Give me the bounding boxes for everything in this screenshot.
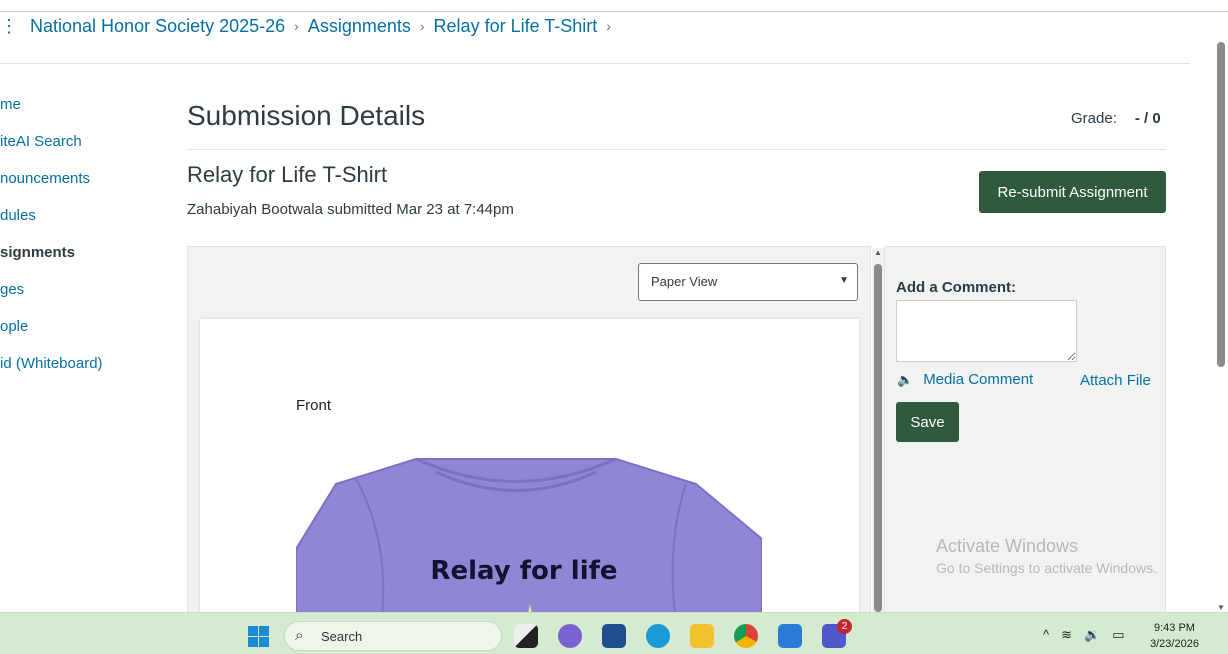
activate-windows-watermark: Activate Windows Go to Settings to activ… bbox=[936, 536, 1157, 576]
speaker-icon: 🔈 bbox=[897, 372, 914, 387]
breadcrumb-assignment[interactable]: Relay for Life T-Shirt bbox=[434, 16, 598, 37]
photos-icon[interactable] bbox=[778, 624, 802, 648]
save-button[interactable]: Save bbox=[896, 402, 959, 442]
date: 3/23/2026 bbox=[1150, 638, 1199, 650]
chevron-right-icon: › bbox=[419, 18, 425, 34]
volume-icon[interactable]: 🔉 bbox=[1084, 627, 1100, 643]
breadcrumb-course[interactable]: National Honor Society 2025-26 bbox=[30, 16, 285, 37]
time: 9:43 PM bbox=[1153, 622, 1195, 634]
chevron-right-icon: › bbox=[294, 18, 299, 34]
edge-icon[interactable] bbox=[646, 624, 670, 648]
grade-label: Grade: bbox=[1071, 110, 1117, 127]
grade-value: - / 0 bbox=[1134, 110, 1161, 127]
nav-item-search[interactable]: iteAI Search bbox=[0, 133, 103, 170]
scroll-up-icon[interactable]: ▲ bbox=[874, 248, 882, 257]
comment-input[interactable] bbox=[896, 300, 1077, 362]
clock[interactable]: 9:43 PM 3/23/2026 bbox=[1150, 620, 1199, 652]
submission-viewer: Paper View ▼ Front Relay for life bbox=[187, 246, 871, 624]
nav-item-announcements[interactable]: nouncements bbox=[0, 170, 103, 207]
add-comment-label: Add a Comment: bbox=[896, 279, 1016, 296]
submission-info: Zahabiyah Bootwala submitted Mar 23 at 7… bbox=[187, 201, 514, 218]
front-label: Front bbox=[296, 397, 332, 414]
chevron-right-icon: › bbox=[606, 18, 611, 34]
media-comment-label: Media Comment bbox=[923, 371, 1034, 388]
scroll-down-icon[interactable]: ▼ bbox=[1217, 603, 1225, 612]
task-view-icon[interactable] bbox=[514, 624, 538, 648]
windows-start-icon[interactable] bbox=[248, 626, 269, 647]
search-icon: ⌕ bbox=[295, 627, 304, 644]
window-top-border bbox=[0, 11, 1228, 12]
nav-item-modules[interactable]: dules bbox=[0, 207, 103, 244]
zoom-app-icon[interactable] bbox=[558, 624, 582, 648]
search-placeholder: Search bbox=[321, 629, 363, 644]
page-scrollbar[interactable]: ▼ bbox=[1215, 40, 1228, 612]
course-nav: me iteAI Search nouncements dules signme… bbox=[0, 96, 103, 392]
nav-item-home[interactable]: me bbox=[0, 96, 103, 133]
system-tray: ^ ≋ 🔉 ▭ bbox=[1043, 627, 1125, 643]
chrome-icon[interactable] bbox=[734, 624, 758, 648]
attach-file-link[interactable]: Attach File bbox=[1080, 372, 1151, 389]
chevron-up-icon[interactable]: ^ bbox=[1043, 627, 1049, 643]
chevron-down-icon: ▼ bbox=[839, 275, 849, 286]
wifi-icon[interactable]: ≋ bbox=[1061, 627, 1072, 643]
scrollbar-thumb[interactable] bbox=[874, 264, 882, 612]
scrollbar-thumb[interactable] bbox=[1217, 42, 1225, 367]
tshirt-image: Relay for life bbox=[296, 457, 762, 624]
teams-notification-badge: 2 bbox=[837, 619, 852, 634]
view-mode-value: Paper View bbox=[651, 274, 718, 289]
divider bbox=[187, 149, 1166, 150]
file-explorer-icon[interactable] bbox=[690, 624, 714, 648]
media-comment-link[interactable]: 🔈 Media Comment bbox=[897, 371, 1033, 388]
nav-item-assignments[interactable]: signments bbox=[0, 244, 103, 281]
grade: Grade: - / 0 bbox=[1071, 110, 1161, 127]
taskbar-search[interactable]: ⌕ Search bbox=[284, 621, 502, 651]
page-title: Submission Details bbox=[187, 100, 426, 131]
resubmit-assignment-button[interactable]: Re-submit Assignment bbox=[979, 171, 1166, 213]
document-page: Front Relay for life bbox=[200, 319, 859, 624]
store-icon[interactable] bbox=[602, 624, 626, 648]
watermark-title: Activate Windows bbox=[936, 536, 1079, 556]
taskbar: ⌕ Search 2 ^ ≋ 🔉 ▭ 9:43 PM 3/23/2026 bbox=[0, 612, 1228, 654]
breadcrumb-assignments[interactable]: Assignments bbox=[308, 16, 411, 37]
viewer-scrollbar[interactable]: ▲ bbox=[872, 248, 884, 612]
assignment-title: Relay for Life T-Shirt bbox=[187, 162, 388, 187]
divider bbox=[0, 63, 1190, 64]
nav-item-whiteboard[interactable]: id (Whiteboard) bbox=[0, 355, 103, 392]
battery-icon[interactable]: ▭ bbox=[1112, 627, 1124, 643]
nav-item-pages[interactable]: ges bbox=[0, 281, 103, 318]
breadcrumb: ⋮ National Honor Society 2025-26 › Assign… bbox=[0, 15, 620, 37]
view-mode-select[interactable]: Paper View ▼ bbox=[638, 263, 858, 301]
nav-item-people[interactable]: ople bbox=[0, 318, 103, 355]
shirt-text: Relay for life bbox=[430, 556, 617, 586]
hamburger-menu-icon[interactable]: ⋮ bbox=[0, 16, 18, 37]
watermark-subtitle: Go to Settings to activate Windows. bbox=[936, 560, 1157, 576]
